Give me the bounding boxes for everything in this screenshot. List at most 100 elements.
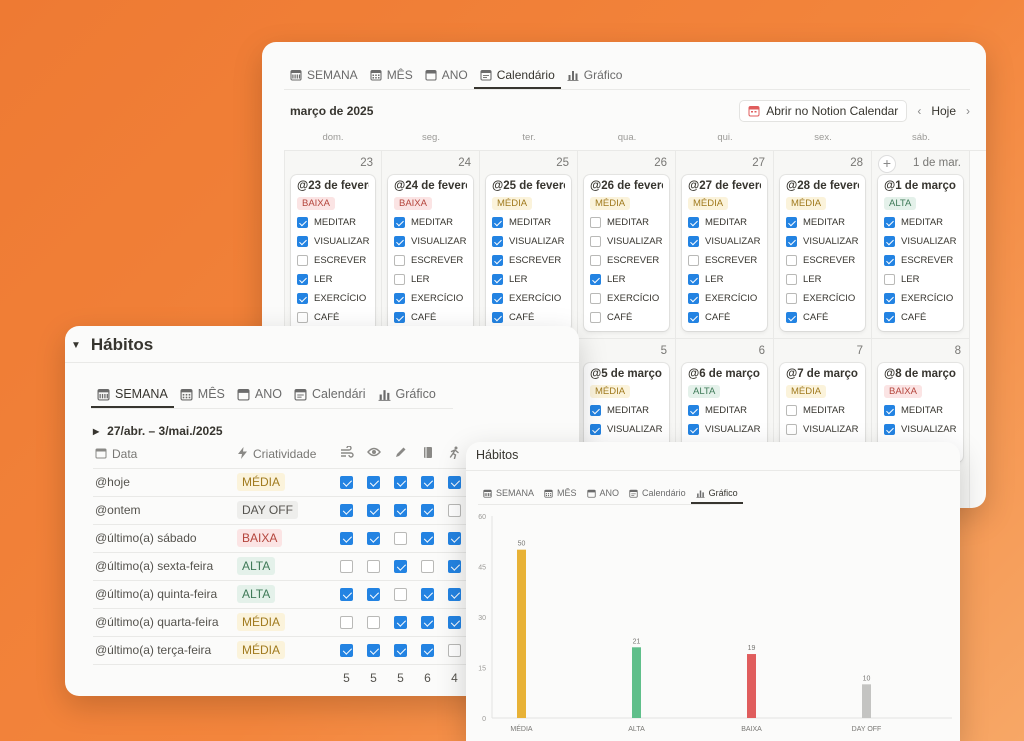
habit-checkbox-row[interactable]: MEDITAR <box>394 213 467 232</box>
habit-checkbox[interactable] <box>367 560 380 574</box>
habit-entry-card[interactable]: @27 de fevereiro MÉDIA MEDITAR VISUALIZAR ES… <box>682 175 767 331</box>
habit-checkbox-row[interactable]: VISUALIZAR <box>394 232 467 251</box>
criatividade-cell[interactable]: BAIXA <box>237 524 333 553</box>
tab-mes[interactable]: MÊS <box>364 68 419 89</box>
habit-checkbox[interactable] <box>394 476 407 490</box>
habit-checkbox-row[interactable]: CAFÉ <box>688 308 761 327</box>
habit-checkbox[interactable] <box>297 217 308 228</box>
habit-cell[interactable] <box>333 524 360 553</box>
habit-checkbox[interactable] <box>367 532 380 546</box>
tab-semana[interactable]: SEMANA <box>478 488 539 504</box>
tab-ano[interactable]: ANO <box>419 68 474 89</box>
habit-checkbox[interactable] <box>340 532 353 546</box>
calendar-day-cell[interactable]: 28 @28 de fevereiro MÉDIA MEDITAR VISUALIZAR… <box>774 151 872 339</box>
habit-checkbox[interactable] <box>590 236 601 247</box>
habit-checkbox-row[interactable]: MEDITAR <box>884 213 957 232</box>
habit-cell[interactable] <box>414 580 441 609</box>
habit-checkbox-row[interactable]: MEDITAR <box>297 213 369 232</box>
habit-cell[interactable] <box>387 580 414 609</box>
habit-checkbox[interactable] <box>394 588 407 602</box>
habit-checkbox[interactable] <box>590 293 601 304</box>
habit-checkbox[interactable] <box>340 616 353 630</box>
habit-checkbox-row[interactable]: MEDITAR <box>688 401 761 420</box>
habit-cell[interactable] <box>414 468 441 497</box>
habit-checkbox[interactable] <box>448 644 461 658</box>
habit-checkbox[interactable] <box>786 274 797 285</box>
habit-checkbox[interactable] <box>492 312 503 323</box>
habit-checkbox-row[interactable]: LER <box>688 270 761 289</box>
habit-cell[interactable] <box>387 636 414 665</box>
habit-cell[interactable] <box>441 636 468 665</box>
habit-checkbox[interactable] <box>394 504 407 518</box>
habit-checkbox[interactable] <box>786 293 797 304</box>
column-header-escrever[interactable] <box>387 440 414 469</box>
habit-checkbox[interactable] <box>421 476 434 490</box>
habit-checkbox[interactable] <box>884 293 895 304</box>
habit-checkbox[interactable] <box>590 424 601 435</box>
habit-checkbox-row[interactable]: VISUALIZAR <box>786 420 859 439</box>
habit-cell[interactable] <box>333 636 360 665</box>
habit-cell[interactable] <box>387 468 414 497</box>
habit-checkbox-row[interactable]: MEDITAR <box>590 213 663 232</box>
habit-checkbox[interactable] <box>421 560 434 574</box>
habit-cell[interactable] <box>333 496 360 525</box>
habit-checkbox[interactable] <box>590 312 601 323</box>
habit-checkbox[interactable] <box>340 560 353 574</box>
tab-calendario[interactable]: Calendário <box>473 68 561 89</box>
habit-entry-card[interactable]: @28 de fevereiro MÉDIA MEDITAR VISUALIZAR ES… <box>780 175 865 331</box>
habit-checkbox[interactable] <box>448 504 461 518</box>
criatividade-cell[interactable]: MÉDIA <box>237 468 333 497</box>
habit-checkbox[interactable] <box>688 293 699 304</box>
open-notion-calendar-button[interactable]: Abrir no Notion Calendar <box>739 100 908 122</box>
habit-cell[interactable] <box>414 636 441 665</box>
habit-cell[interactable] <box>387 524 414 553</box>
habit-cell[interactable] <box>360 496 387 525</box>
habit-cell[interactable] <box>360 608 387 637</box>
habit-checkbox-row[interactable]: LER <box>786 270 859 289</box>
habit-cell[interactable] <box>333 580 360 609</box>
habit-cell[interactable] <box>360 636 387 665</box>
habit-checkbox-row[interactable]: VISUALIZAR <box>590 232 663 251</box>
habit-checkbox[interactable] <box>884 424 895 435</box>
chevron-left-icon[interactable]: ‹ <box>917 104 921 118</box>
habit-checkbox[interactable] <box>297 274 308 285</box>
habit-checkbox[interactable] <box>297 312 308 323</box>
habit-cell[interactable] <box>387 552 414 581</box>
table-row[interactable]: @último(a) quarta-feira MÉDIA <box>93 608 468 637</box>
habit-checkbox-row[interactable]: EXERCÍCIO <box>394 289 467 308</box>
habit-checkbox[interactable] <box>394 255 405 266</box>
habit-checkbox[interactable] <box>297 236 308 247</box>
table-row[interactable]: @hoje MÉDIA <box>93 468 468 497</box>
criatividade-cell[interactable]: ALTA <box>237 552 333 581</box>
habit-checkbox-row[interactable]: EXERCÍCIO <box>492 289 565 308</box>
habit-checkbox-row[interactable]: LER <box>492 270 565 289</box>
habit-checkbox[interactable] <box>340 504 353 518</box>
habit-checkbox-row[interactable]: VISUALIZAR <box>492 232 565 251</box>
habit-checkbox[interactable] <box>340 476 353 490</box>
tab-calendario[interactable]: Calendário <box>624 488 691 504</box>
habit-checkbox[interactable] <box>786 217 797 228</box>
habit-cell[interactable] <box>360 524 387 553</box>
habit-checkbox[interactable] <box>367 476 380 490</box>
habit-checkbox[interactable] <box>394 644 407 658</box>
add-entry-button[interactable]: + <box>878 155 896 173</box>
habit-checkbox-row[interactable]: CAFÉ <box>297 308 369 327</box>
calendar-day-cell[interactable]: 25 @25 de fevereiro MÉDIA MEDITAR VISUALIZAR… <box>480 151 578 339</box>
habit-cell[interactable] <box>333 552 360 581</box>
criatividade-cell[interactable]: MÉDIA <box>237 636 333 665</box>
habit-checkbox-row[interactable]: ESCREVER <box>492 251 565 270</box>
column-header-meditar[interactable] <box>333 440 360 469</box>
column-header-date[interactable]: Data <box>93 440 237 469</box>
habit-checkbox[interactable] <box>394 217 405 228</box>
date-cell[interactable]: @hoje <box>93 468 237 497</box>
criatividade-cell[interactable]: DAY OFF <box>237 496 333 525</box>
habit-checkbox[interactable] <box>786 255 797 266</box>
tab-semana[interactable]: SEMANA <box>91 387 174 408</box>
habit-checkbox[interactable] <box>394 560 407 574</box>
habit-checkbox-row[interactable]: LER <box>394 270 467 289</box>
tab-ano[interactable]: ANO <box>582 488 625 504</box>
habit-checkbox-row[interactable]: LER <box>590 270 663 289</box>
habit-checkbox-row[interactable]: CAFÉ <box>884 308 957 327</box>
habit-cell[interactable] <box>414 608 441 637</box>
habit-checkbox[interactable] <box>884 405 895 416</box>
